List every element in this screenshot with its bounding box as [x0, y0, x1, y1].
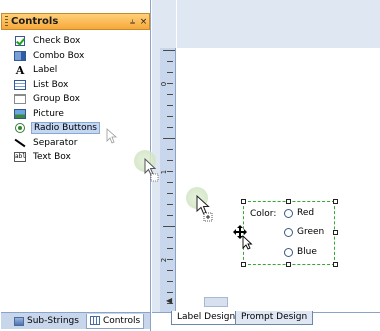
tab-label-design[interactable]: Label Design [171, 311, 242, 325]
control-item-label: Label [33, 65, 58, 76]
control-item-label: Separator [33, 137, 78, 148]
control-item-combo-box[interactable]: Combo Box [14, 49, 144, 64]
resize-handle[interactable] [333, 230, 338, 235]
radio-option-label: Green [297, 227, 325, 237]
control-item-separator[interactable]: Separator [14, 136, 144, 151]
ruler-tick [167, 105, 173, 106]
controls-list: Check Box Combo Box A Label List Box Gro… [14, 34, 144, 165]
canvas-top-margin [177, 0, 380, 48]
control-item-label[interactable]: A Label [14, 63, 144, 78]
control-item-label: Group Box [33, 94, 80, 105]
radio-option-label: Red [297, 208, 315, 218]
move-cursor-icon [233, 225, 253, 250]
ruler-tick [167, 248, 173, 249]
radio-option-label: Blue [297, 247, 317, 257]
tab-label: Sub-Strings [27, 316, 79, 326]
drop-copy-cursor-icon [196, 195, 213, 222]
ruler-tick [167, 149, 173, 150]
ruler-tick [167, 94, 173, 95]
radio-option-blue[interactable]: Blue [284, 247, 317, 257]
scroll-left-arrow-icon[interactable]: ◀ [166, 296, 178, 308]
ruler-tick [167, 182, 173, 183]
resize-handle[interactable] [333, 262, 338, 267]
control-item-label: Text Box [33, 152, 71, 163]
tab-label: Controls [102, 315, 141, 326]
ruler-tick [167, 204, 173, 205]
picture-icon [14, 108, 26, 119]
ruler-tick [167, 171, 173, 172]
controls-icon [89, 316, 100, 325]
ruler-tick [167, 292, 173, 293]
ruler-tick [163, 138, 175, 139]
controls-panel-header[interactable]: Controls ⫨ × [1, 13, 150, 30]
ruler-tick [167, 160, 173, 161]
resize-handle[interactable] [286, 262, 291, 267]
control-item-group-box[interactable]: Group Box [14, 92, 144, 107]
control-item-text-box[interactable]: abl Text Box [14, 150, 144, 165]
resize-handle[interactable] [286, 199, 291, 204]
ruler-tick [167, 83, 173, 84]
ruler-tick [167, 281, 173, 282]
separator-icon [14, 137, 26, 148]
horizontal-scroll-thumb[interactable] [204, 297, 228, 307]
control-item-radio-buttons[interactable]: Radio Buttons [14, 121, 144, 136]
text-box-icon: abl [14, 152, 26, 163]
tab-controls[interactable]: Controls [85, 313, 145, 329]
controls-panel: Controls ⫨ × Check Box Combo Box A Label… [0, 0, 151, 331]
resize-handle[interactable] [241, 199, 246, 204]
check-box-icon [14, 36, 26, 47]
ruler-top-margin [160, 0, 176, 48]
control-item-label: Combo Box [33, 50, 85, 61]
panel-title: Controls [11, 16, 59, 27]
control-item-list-box[interactable]: List Box [14, 78, 144, 93]
close-icon[interactable]: × [138, 17, 149, 27]
ruler-tick [167, 61, 173, 62]
combo-box-icon [14, 50, 26, 61]
ruler-tick [167, 193, 173, 194]
ruler-tick [167, 72, 173, 73]
radio-circle-icon [284, 247, 293, 257]
pin-icon[interactable]: ⫨ [127, 17, 138, 27]
ruler-tick [167, 215, 173, 216]
control-item-label: Picture [33, 108, 64, 119]
control-item-picture[interactable]: Picture [14, 107, 144, 122]
control-item-check-box[interactable]: Check Box [14, 34, 144, 49]
control-item-label: Check Box [33, 36, 81, 47]
control-item-label: List Box [33, 79, 69, 90]
tab-sub-strings[interactable]: Sub-Strings [11, 314, 82, 329]
ruler-tick [167, 259, 173, 260]
color-label: Color: [250, 209, 277, 219]
resize-handle[interactable] [333, 199, 338, 204]
radio-option-green[interactable]: Green [284, 227, 324, 237]
ruler-tick [167, 116, 173, 117]
group-box-icon [14, 94, 26, 105]
control-item-label: Radio Buttons [31, 122, 100, 135]
list-box-icon [14, 79, 26, 90]
sub-strings-icon [14, 316, 24, 326]
ruler-tick [167, 237, 173, 238]
radio-circle-icon [284, 227, 293, 237]
ruler-tick [163, 226, 175, 227]
tab-prompt-design[interactable]: Prompt Design [235, 311, 314, 325]
radio-button-icon [14, 123, 26, 134]
panel-tab-strip: Sub-Strings Controls [1, 312, 150, 329]
pointer-cursor-icon [106, 128, 118, 144]
radio-option-red[interactable]: Red [284, 208, 314, 218]
drag-copy-cursor-icon [144, 158, 159, 182]
label-icon: A [15, 63, 25, 77]
resize-handle[interactable] [241, 262, 246, 267]
ruler-tick [167, 270, 173, 271]
ruler-tick [163, 50, 175, 51]
radio-circle-icon [284, 208, 293, 218]
ruler-tick [167, 127, 173, 128]
drag-grip-icon[interactable] [5, 16, 8, 27]
